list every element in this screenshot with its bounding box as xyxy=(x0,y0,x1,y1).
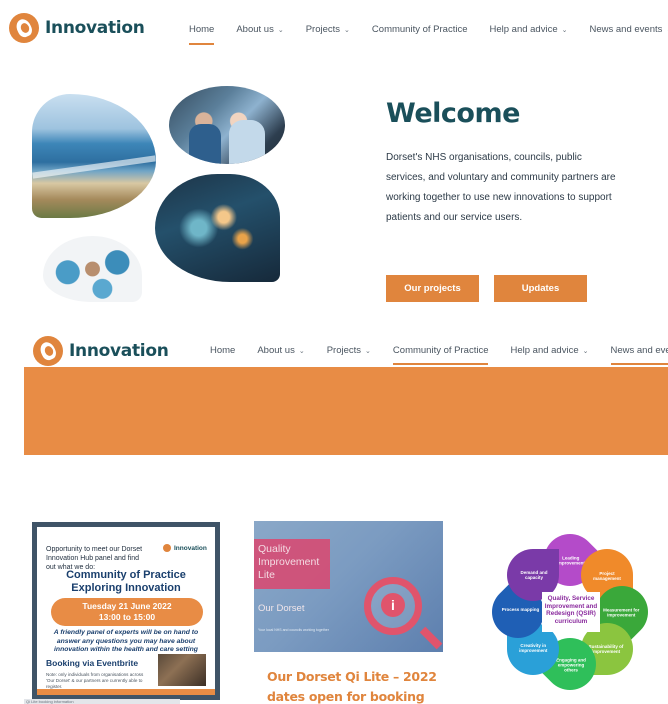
news-card-qi-lite-image[interactable]: Quality Improvement Lite Our Dorset Your… xyxy=(254,521,443,652)
flyer-heading-line2: Exploring Innovation xyxy=(71,582,181,594)
chevron-down-icon: ⌄ xyxy=(298,347,305,355)
qsir-petal-label: Process mapping xyxy=(501,607,540,613)
nav-projects[interactable]: Projects ⌄ xyxy=(327,345,371,356)
chevron-down-icon: ⌄ xyxy=(582,347,589,355)
flyer-footer-bar xyxy=(37,689,215,695)
flyer-date: Tuesday 21 June 2022 xyxy=(82,601,172,611)
laboratory-image xyxy=(155,174,280,282)
qi-news-headline[interactable]: Our Dorset Qi Lite – 2022 dates open for… xyxy=(267,667,447,704)
nav-help-and-advice-label: Help and advice xyxy=(510,345,579,356)
nav-community-of-practice[interactable]: Community of Practice xyxy=(392,345,489,365)
flyer-note: Note: only individuals from organisation… xyxy=(46,672,144,689)
chevron-down-icon: ⌄ xyxy=(365,347,371,355)
nav-home-label: Home xyxy=(210,345,236,356)
flyer-heading: Community of Practice Exploring Innovati… xyxy=(37,569,215,595)
qi-title: Quality Improvement Lite xyxy=(258,543,320,581)
coastline-image xyxy=(32,94,156,218)
nav-news-and-events[interactable]: News and events ⌄ xyxy=(610,345,668,365)
flyer-time: 13:00 to 15:00 xyxy=(98,612,156,622)
logo-text: Innovation xyxy=(69,341,169,361)
news-card-community-of-practice[interactable]: Opportunity to meet our Dorset Innovatio… xyxy=(32,522,220,700)
qi-subtitle: Our Dorset xyxy=(258,603,305,614)
flyer-heading-line1: Community of Practice xyxy=(66,569,186,581)
innovation-logo-icon xyxy=(33,336,63,366)
nav-about-us-label: About us xyxy=(257,345,295,356)
hero-intro-text: Dorset's NHS organisations, councils, pu… xyxy=(386,152,616,223)
our-projects-button[interactable]: Our projects xyxy=(386,275,479,302)
news-card-qsir-curriculum[interactable]: Leading improvement Project management Mea… xyxy=(480,522,661,702)
teamwork-hands-image xyxy=(43,236,142,302)
qsir-petal-label: Engaging and empowering others xyxy=(556,657,586,673)
news-banner xyxy=(24,367,668,455)
event-flyer: Opportunity to meet our Dorset Innovatio… xyxy=(37,527,215,695)
flyer-photo xyxy=(158,654,206,686)
info-icon: i xyxy=(381,593,405,617)
news-heading: News xyxy=(294,6,356,30)
updates-button[interactable]: Updates xyxy=(494,275,587,302)
flyer-logo-text: Innovation xyxy=(174,544,207,552)
page-title: Welcome xyxy=(386,98,520,129)
nav-community-of-practice-label: Community of Practice xyxy=(392,345,489,356)
flyer-date-pill: Tuesday 21 June 2022 13:00 to 15:00 xyxy=(51,598,203,626)
qi-fine-print: Your local NHS and councils working toge… xyxy=(258,628,329,632)
qsir-center-label: Quality, Service Improvement and Redesig… xyxy=(542,592,600,632)
qsir-petal-label: Creativity in improvement xyxy=(519,642,548,653)
qsir-petal-label: Project management xyxy=(592,571,621,582)
qsir-petal-label: Measurement for improvement xyxy=(603,607,640,618)
footer-caption: Qi Lite booking information xyxy=(24,699,180,704)
flyer-booking: Booking via Eventbrite xyxy=(46,658,139,668)
sticky-nav: Home About us ⌄ Projects ⌄ Community of … xyxy=(210,345,668,365)
nav-projects-label: Projects xyxy=(326,345,362,356)
care-workers-image xyxy=(169,86,285,164)
nav-home[interactable]: Home xyxy=(210,345,235,356)
sticky-header: Innovation Home About us ⌄ Projects ⌄ Co… xyxy=(24,328,668,370)
qsir-petal-label: Demand and capacity xyxy=(520,570,548,581)
sticky-site-logo[interactable]: Innovation xyxy=(33,336,169,366)
flyer-logo: Innovation xyxy=(163,544,207,552)
nav-help-and-advice[interactable]: Help and advice ⌄ xyxy=(510,345,588,356)
flyer-description: A friendly panel of experts will be on h… xyxy=(53,629,199,653)
nav-about-us[interactable]: About us ⌄ xyxy=(257,345,304,356)
nav-news-and-events-label: News and events xyxy=(610,345,668,356)
flyer-intro: Opportunity to meet our Dorset Innovatio… xyxy=(46,546,143,571)
innovation-logo-icon xyxy=(163,544,171,552)
